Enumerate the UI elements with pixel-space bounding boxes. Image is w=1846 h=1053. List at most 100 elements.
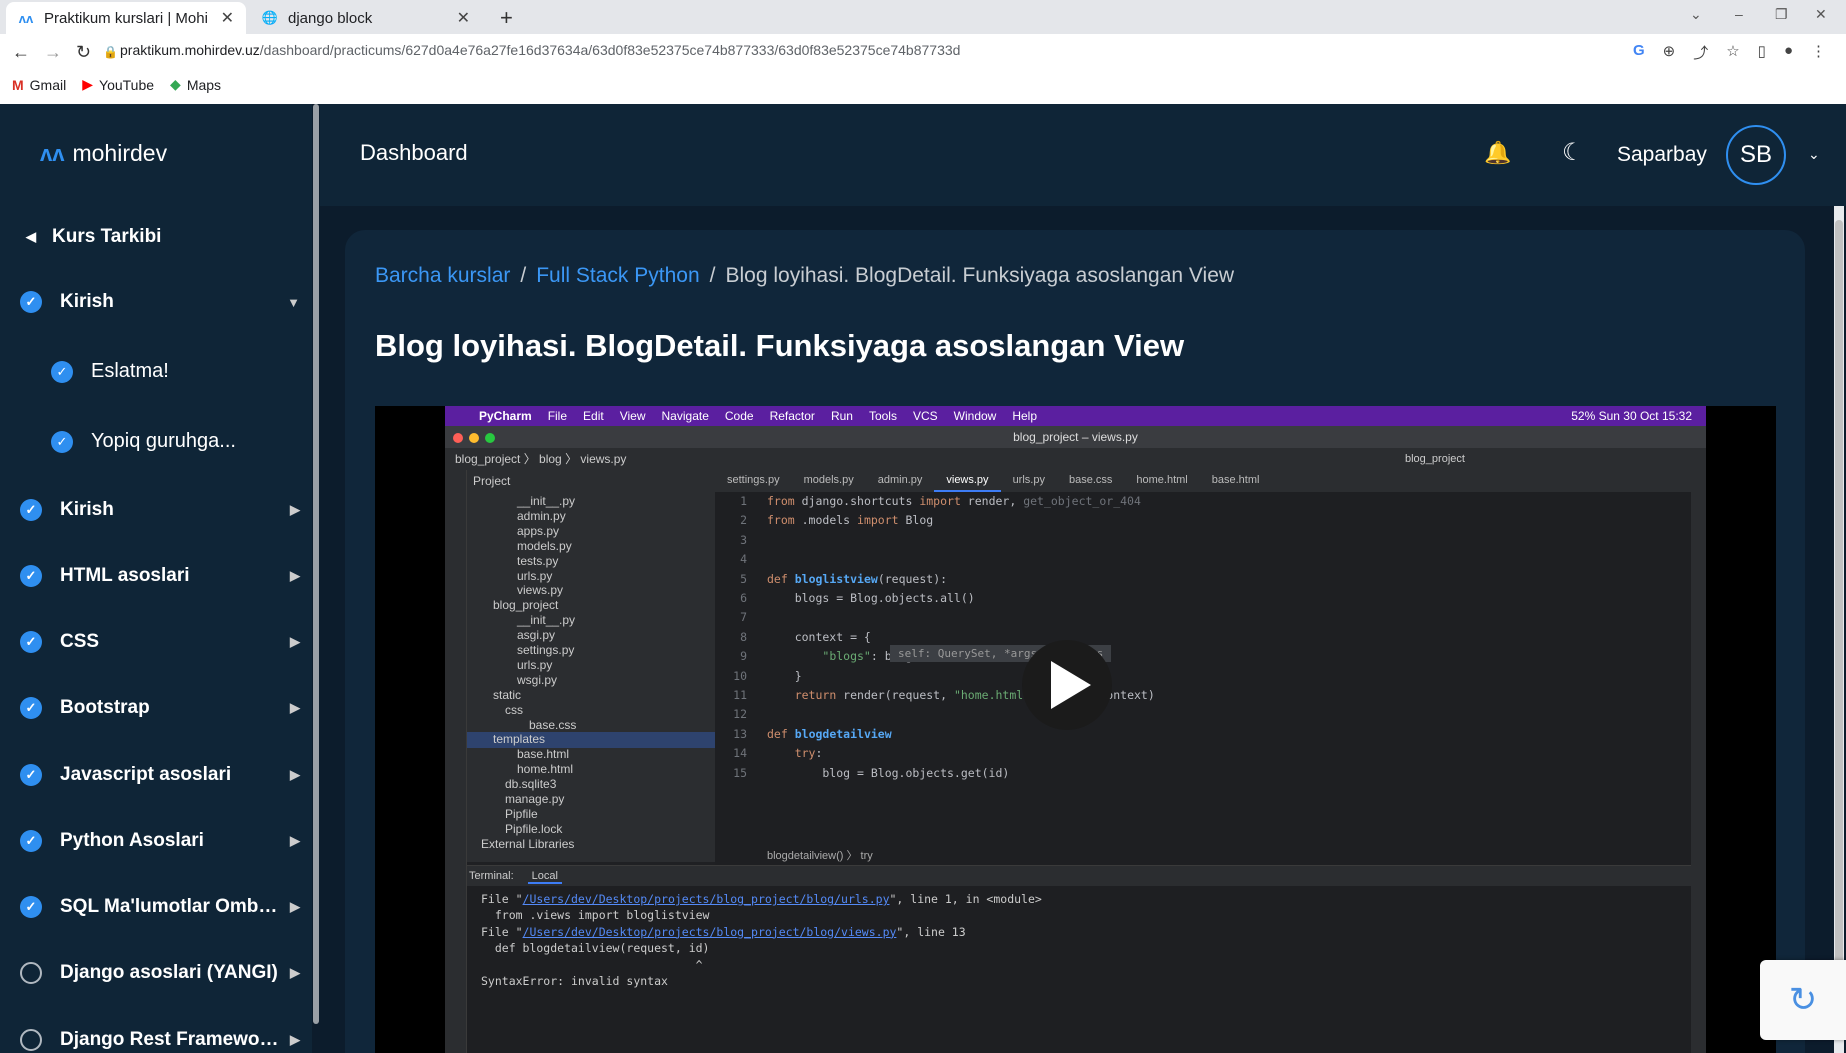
minimize-icon[interactable]: – <box>1735 6 1743 22</box>
restore-icon[interactable]: ❐ <box>1775 6 1788 23</box>
terminal-text: SyntaxError: invalid syntax <box>481 974 668 988</box>
browser-toolbar-icons: G ⊕ ⤴ ☆ ▯ ● ⋮ <box>1633 42 1846 63</box>
sidebar-item-javascript[interactable]: ✓ Javascript asoslari ▶ <box>20 764 300 786</box>
sidebar-item-bootstrap[interactable]: ✓ Bootstrap ▶ <box>20 697 300 719</box>
editor-tab: base.css <box>1068 474 1113 486</box>
tree-item: views.py <box>517 583 564 598</box>
sidebar-item-kirish[interactable]: ✓ Kirish ▼ <box>20 291 300 313</box>
ide-nav-bar: blog_project 〉 blog 〉 views.py blog_proj… <box>445 448 1706 470</box>
tab-search-icon[interactable]: ⌄ <box>1690 6 1702 23</box>
caret-right-icon: ▶ <box>290 899 300 914</box>
tree-item: blog_project <box>493 598 559 613</box>
tree-item: base.html <box>517 747 570 762</box>
forward-icon[interactable]: → <box>44 42 62 63</box>
mac-menu-item: File <box>547 409 568 423</box>
browser-chrome: ʌʌ Praktikum kurslari | Mohi ✕ 🌐 django … <box>0 0 1846 104</box>
tree-item: templates <box>493 732 546 747</box>
chevron-down-icon[interactable]: ⌄ <box>1808 146 1820 163</box>
video-player[interactable]: PyCharm File Edit View Navigate Code Ref… <box>375 406 1776 1053</box>
ide-terminal: Terminal: Local File "/Users/dev/Desktop/… <box>467 865 1691 1053</box>
bookmarks-bar: M Gmail ▶ YouTube ◆ Maps <box>12 76 221 93</box>
recaptcha-badge[interactable]: ↻ <box>1760 960 1846 1040</box>
sidebar-item-python[interactable]: ✓ Python Asoslari ▶ <box>20 830 300 852</box>
bookmark-gmail[interactable]: M Gmail <box>12 76 66 93</box>
close-tab-icon[interactable]: ✕ <box>221 8 234 28</box>
sidebar-item-label: Bootstrap <box>60 697 150 718</box>
moon-icon[interactable]: ☾ <box>1562 138 1584 167</box>
bookmark-label: Maps <box>186 76 222 93</box>
profile-icon[interactable]: ● <box>1784 42 1793 63</box>
ide-project-selector: blog_project <box>1405 453 1465 465</box>
bell-icon[interactable]: 🔔 <box>1484 140 1511 166</box>
check-circle-icon: ✓ <box>20 764 42 786</box>
bookmark-star-icon[interactable]: ☆ <box>1726 42 1739 63</box>
sidebar-item-drf[interactable]: Django Rest Framework... ▶ <box>20 1029 300 1051</box>
user-name[interactable]: Saparbay <box>1617 143 1707 167</box>
close-window-icon[interactable]: ✕ <box>1815 6 1827 23</box>
google-icon[interactable]: G <box>1633 42 1645 63</box>
sidebar-subitem-yopiq-guruh[interactable]: ✓ Yopiq guruhga... <box>51 430 291 453</box>
new-tab-icon[interactable]: + <box>500 5 513 31</box>
play-button[interactable] <box>1022 640 1112 730</box>
editor-tab: admin.py <box>877 474 923 486</box>
url-host: praktikum.mohirdev.uz <box>120 42 260 58</box>
bookmark-youtube[interactable]: ▶ YouTube <box>82 76 154 93</box>
main-scrollbar[interactable] <box>1834 206 1844 1053</box>
check-circle-icon: ✓ <box>51 430 73 453</box>
sidebar-subitem-eslatma[interactable]: ✓ Eslatma! <box>51 360 291 383</box>
breadcrumb-course[interactable]: Full Stack Python <box>536 264 699 288</box>
reload-icon[interactable]: ↻ <box>76 42 91 63</box>
terminal-header: Terminal: Local <box>467 866 1691 886</box>
avatar[interactable]: SB <box>1726 125 1786 185</box>
tree-item: wsgi.py <box>517 672 558 687</box>
sidebar-item-label: Eslatma! <box>91 360 169 382</box>
course-content-back[interactable]: ◀ Kurs Tarkibi <box>26 226 161 248</box>
editor-tab: base.html <box>1211 474 1260 486</box>
sidebar-item-django[interactable]: Django asoslari (YANGI) ▶ <box>20 962 300 984</box>
terminal-line: def blogdetailview(request, id) <box>481 941 710 955</box>
sidebar-item-html[interactable]: ✓ HTML asoslari ▶ <box>20 565 300 587</box>
project-panel-header: Project <box>467 470 715 492</box>
bookmark-maps[interactable]: ◆ Maps <box>170 76 221 93</box>
editor-tab: models.py <box>803 474 854 486</box>
sidebar-item-sql[interactable]: ✓ SQL Ma'lumotlar Ombori... ▶ <box>20 896 300 918</box>
scrollbar-thumb[interactable] <box>1835 220 1843 1040</box>
browser-tab-django[interactable]: 🌐 django block ✕ <box>250 2 482 34</box>
sidebar-scrollbar[interactable] <box>313 104 319 1024</box>
empty-circle-icon <box>20 962 42 984</box>
logo[interactable]: ʌʌ mohirdev <box>40 140 167 167</box>
address-bar[interactable]: praktikum.mohirdev.uz/dashboard/practicu… <box>120 42 960 58</box>
tree-item: admin.py <box>517 508 566 523</box>
mac-menu-item: VCS <box>912 409 938 423</box>
menu-dots-icon[interactable]: ⋮ <box>1811 42 1826 63</box>
back-icon[interactable]: ← <box>12 42 30 63</box>
tree-item: home.html <box>517 762 574 777</box>
tree-item: manage.py <box>505 792 565 806</box>
page-title: Blog loyihasi. BlogDetail. Funksiyaga as… <box>375 328 1185 363</box>
terminal-line: File "/Users/dev/Desktop/projects/blog_p… <box>481 892 1042 906</box>
sidebar-item-kirish-2[interactable]: ✓ Kirish ▶ <box>20 499 300 521</box>
share-icon[interactable]: ⤴ <box>1693 42 1708 63</box>
sidebar-item-label: Kirish <box>60 499 114 520</box>
sidebar-item-label: CSS <box>60 631 100 652</box>
tree-item: settings.py <box>517 643 575 657</box>
terminal-tab: Local <box>527 870 562 884</box>
side-panel-icon[interactable]: ▯ <box>1758 42 1766 63</box>
caret-right-icon: ▶ <box>290 700 300 715</box>
sidebar-item-css[interactable]: ✓ CSS ▶ <box>20 631 300 653</box>
bookmark-label: Gmail <box>29 76 67 93</box>
close-tab-icon[interactable]: ✕ <box>457 8 470 28</box>
tree-item: tests.py <box>517 553 559 568</box>
bookmark-label: YouTube <box>99 76 155 93</box>
terminal-line: SyntaxError: invalid syntax <box>481 974 668 988</box>
browser-tab-active[interactable]: ʌʌ Praktikum kurslari | Mohi ✕ <box>6 2 246 34</box>
window-traffic-lights <box>453 433 495 443</box>
breadcrumb-all-courses[interactable]: Barcha kurslar <box>375 264 510 288</box>
caret-right-icon: ▶ <box>290 965 300 980</box>
zoom-icon[interactable]: ⊕ <box>1663 42 1676 63</box>
lock-icon[interactable]: 🔒 <box>103 45 118 59</box>
editor-tab: home.html <box>1136 474 1188 486</box>
terminal-file-link: /Users/dev/Desktop/projects/blog_project… <box>522 924 897 939</box>
tree-item: urls.py <box>517 568 553 583</box>
caret-down-icon: ▼ <box>287 294 300 310</box>
